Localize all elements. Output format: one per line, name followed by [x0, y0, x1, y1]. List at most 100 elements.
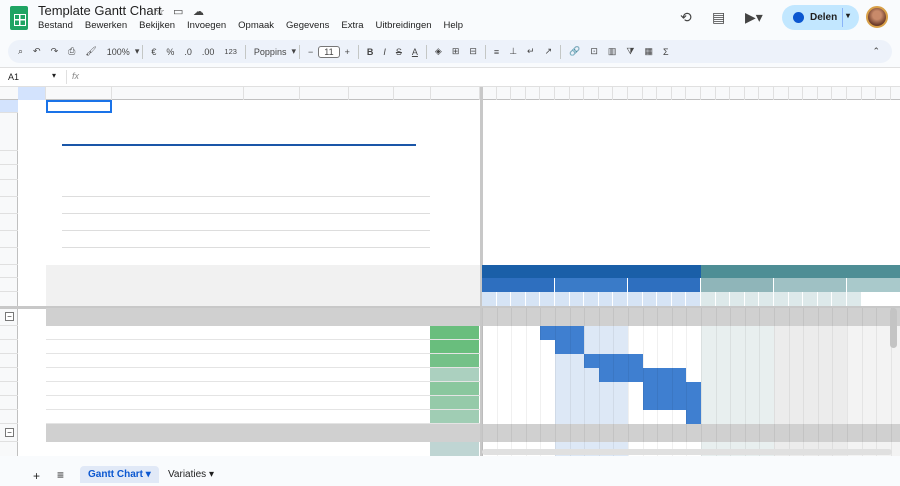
row-header-20[interactable]	[0, 410, 18, 424]
chevron-down-icon[interactable]: ▾	[291, 46, 296, 57]
functions-icon[interactable]: Σ	[663, 47, 669, 57]
share-button[interactable]: Delen ▾	[782, 5, 859, 30]
row-header-4[interactable]	[0, 165, 18, 180]
column-header-aj[interactable]	[876, 87, 891, 100]
document-title[interactable]: Template Gantt Chart	[38, 3, 162, 18]
menu-uitbreidingen[interactable]: Uitbreidingen	[376, 20, 432, 31]
increase-decimal-button[interactable]: .00	[202, 47, 215, 57]
column-header-c[interactable]	[112, 87, 244, 100]
text-wrap-icon[interactable]: ↵	[527, 46, 535, 57]
search-menu-icon[interactable]: ⌕	[18, 46, 23, 57]
selected-cell-a1[interactable]	[46, 100, 112, 113]
number-format-button[interactable]: 123	[224, 47, 237, 56]
row-header-18[interactable]	[0, 382, 18, 396]
column-header-ag[interactable]	[832, 87, 847, 100]
font-size-input[interactable]: 11	[318, 45, 340, 58]
sheets-logo-icon[interactable]	[10, 6, 28, 30]
avatar[interactable]	[866, 6, 888, 28]
tab-variaties[interactable]: Variaties ▾	[160, 466, 222, 483]
column-header-ai[interactable]	[862, 87, 877, 100]
bold-button[interactable]: B	[367, 47, 374, 57]
row-header-17[interactable]	[0, 368, 18, 382]
column-header-ac[interactable]	[774, 87, 789, 100]
move-folder-icon[interactable]: ▭	[173, 5, 183, 18]
insert-chart-icon[interactable]: ▥	[608, 46, 617, 57]
star-icon[interactable]: ☆	[155, 5, 165, 18]
task-percent-complete[interactable]	[430, 340, 479, 354]
menu-opmaak[interactable]: Opmaak	[238, 20, 274, 31]
column-header-q[interactable]	[599, 87, 614, 100]
insert-link-icon[interactable]: 🔗	[569, 46, 580, 57]
menu-bestand[interactable]: Bestand	[38, 20, 73, 31]
task-percent-complete[interactable]	[430, 410, 479, 424]
column-header-i[interactable]	[482, 87, 497, 100]
merge-cells-icon[interactable]: ⊟	[469, 46, 477, 57]
share-dropdown-icon[interactable]: ▾	[846, 11, 850, 20]
zoom-select[interactable]: 100%	[107, 47, 130, 57]
column-header-m[interactable]	[540, 87, 555, 100]
task-percent-complete[interactable]	[430, 396, 479, 410]
row-header-5[interactable]	[0, 180, 18, 197]
column-header-w[interactable]	[686, 87, 701, 100]
comment-icon[interactable]: ▤	[712, 9, 725, 26]
filter-icon[interactable]: ⧩	[626, 46, 634, 57]
cloud-status-icon[interactable]: ☁	[193, 5, 204, 18]
column-header-k[interactable]	[511, 87, 526, 100]
text-rotation-icon[interactable]: ↗	[545, 46, 553, 57]
row-header-1[interactable]	[0, 100, 18, 113]
vertical-align-icon[interactable]: ⊥	[509, 46, 517, 57]
menu-gegevens[interactable]: Gegevens	[286, 20, 329, 31]
history-icon[interactable]: ⟲	[680, 9, 692, 26]
column-header-a[interactable]	[18, 87, 46, 100]
column-header-h[interactable]	[431, 87, 480, 100]
row-header-15[interactable]	[0, 340, 18, 354]
horizontal-scrollbar[interactable]	[482, 449, 892, 455]
strikethrough-button[interactable]: S	[396, 47, 402, 57]
row-header-16[interactable]	[0, 354, 18, 368]
task-percent-complete[interactable]	[430, 368, 479, 382]
column-header-o[interactable]	[570, 87, 585, 100]
menu-bekijken[interactable]: Bekijken	[139, 20, 175, 31]
column-header-v[interactable]	[672, 87, 687, 100]
column-header-ab[interactable]	[759, 87, 774, 100]
row-header-14[interactable]	[0, 326, 18, 340]
print-icon[interactable]: ⎙	[68, 46, 75, 57]
currency-button[interactable]: €	[151, 47, 156, 57]
column-header-z[interactable]	[730, 87, 745, 100]
insert-comment-icon[interactable]: ⊡	[590, 46, 598, 57]
collapse-group-icon[interactable]: −	[5, 312, 14, 321]
name-box[interactable]: A1	[8, 72, 19, 82]
column-header-g[interactable]	[394, 87, 431, 100]
percent-button[interactable]: %	[166, 47, 174, 57]
column-header-r[interactable]	[613, 87, 628, 100]
task-percent-complete[interactable]	[430, 326, 479, 340]
menu-help[interactable]: Help	[444, 20, 464, 31]
filter-views-icon[interactable]: ▦	[644, 46, 653, 57]
task-percent-complete[interactable]	[430, 354, 479, 368]
column-header-e[interactable]	[300, 87, 349, 100]
tab-gantt-chart[interactable]: Gantt Chart ▾	[80, 466, 159, 483]
horizontal-align-icon[interactable]: ≡	[494, 47, 499, 57]
paint-format-icon[interactable]: 🖌	[85, 46, 96, 57]
column-header-j[interactable]	[497, 87, 512, 100]
column-header-f[interactable]	[349, 87, 394, 100]
menu-invoegen[interactable]: Invoegen	[187, 20, 226, 31]
column-header-ae[interactable]	[803, 87, 818, 100]
row-header-7[interactable]	[0, 214, 18, 231]
chevron-down-icon[interactable]: ▾	[135, 46, 140, 57]
menu-bewerken[interactable]: Bewerken	[85, 20, 127, 31]
decrease-decimal-button[interactable]: .0	[184, 47, 192, 57]
add-sheet-icon[interactable]: +	[33, 469, 40, 483]
column-header-x[interactable]	[701, 87, 716, 100]
row-header-6[interactable]	[0, 197, 18, 214]
vertical-scrollbar[interactable]	[890, 308, 897, 348]
collapse-group-icon[interactable]: −	[5, 428, 14, 437]
all-sheets-icon[interactable]: ≡	[57, 468, 64, 482]
column-header-l[interactable]	[526, 87, 541, 100]
task-percent-complete[interactable]	[430, 382, 479, 396]
column-header-ad[interactable]	[789, 87, 804, 100]
task-percent-complete[interactable]	[430, 442, 479, 456]
font-size-increase-button[interactable]: +	[345, 47, 350, 57]
column-header-aa[interactable]	[745, 87, 760, 100]
spreadsheet-grid[interactable]: − −	[0, 87, 900, 456]
